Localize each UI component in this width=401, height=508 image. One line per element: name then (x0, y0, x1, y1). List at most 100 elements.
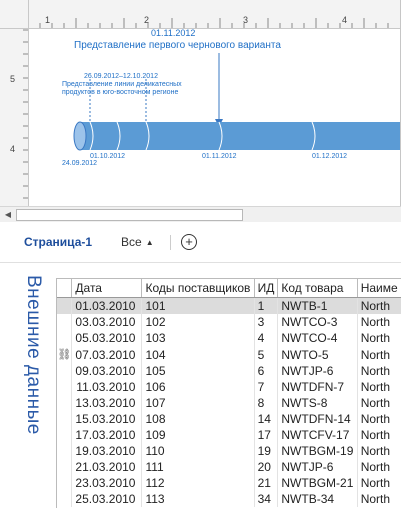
cell-date[interactable]: 25.03.2010 (71, 491, 143, 507)
column-header-product-code[interactable]: Код товара (277, 279, 358, 298)
cell-name[interactable]: North (357, 443, 401, 459)
row-link-cell[interactable] (57, 491, 73, 507)
cell-id[interactable]: 14 (254, 411, 279, 427)
cell-product-code[interactable]: NWTO-5 (277, 346, 358, 363)
cell-supplier-code[interactable]: 112 (141, 475, 255, 491)
column-header-id[interactable]: ИД (254, 279, 279, 298)
cell-supplier-code[interactable]: 104 (141, 346, 255, 363)
cell-supplier-code[interactable]: 111 (141, 459, 255, 475)
cell-name[interactable]: North (357, 297, 401, 314)
table-row[interactable]: 01.03.2010 101 1 NWTB-1 North (57, 297, 401, 314)
row-link-cell[interactable]: ⛓ (57, 346, 73, 363)
cell-product-code[interactable]: NWTCO-3 (277, 314, 358, 330)
column-header-supplier-codes[interactable]: Коды поставщиков (141, 279, 255, 298)
cell-product-code[interactable]: NWTS-8 (277, 395, 358, 411)
row-link-cell[interactable] (57, 297, 73, 314)
horizontal-scrollbar[interactable]: ◀ (0, 206, 401, 222)
cell-id[interactable]: 4 (254, 330, 279, 346)
row-link-cell[interactable] (57, 395, 73, 411)
cell-name[interactable]: North (357, 491, 401, 507)
cell-product-code[interactable]: NWTBGM-19 (277, 443, 358, 459)
table-row[interactable]: 19.03.2010 110 19 NWTBGM-19 North (57, 443, 401, 459)
row-link-cell[interactable] (57, 330, 73, 346)
cell-date[interactable]: 13.03.2010 (71, 395, 143, 411)
cell-name[interactable]: North (357, 379, 401, 395)
cell-name[interactable]: North (357, 330, 401, 346)
cell-name[interactable]: North (357, 427, 401, 443)
cell-product-code[interactable]: NWTCO-4 (277, 330, 358, 346)
table-row[interactable]: 25.03.2010 113 34 NWTB-34 North (57, 491, 401, 507)
cell-product-code[interactable]: NWTCFV-17 (277, 427, 358, 443)
cell-id[interactable]: 17 (254, 427, 279, 443)
cell-id[interactable]: 21 (254, 475, 279, 491)
timeline-bar[interactable] (80, 122, 400, 150)
cell-name[interactable]: North (357, 363, 401, 379)
all-pages-button[interactable]: Все ▲ (121, 235, 154, 249)
table-row[interactable]: 15.03.2010 108 14 NWTDFN-14 North (57, 411, 401, 427)
cell-supplier-code[interactable]: 107 (141, 395, 255, 411)
cell-name[interactable]: North (357, 346, 401, 363)
table-row[interactable]: 23.03.2010 112 21 NWTBGM-21 North (57, 475, 401, 491)
cell-supplier-code[interactable]: 109 (141, 427, 255, 443)
cell-id[interactable]: 6 (254, 363, 279, 379)
cell-date[interactable]: 11.03.2010 (71, 379, 143, 395)
cell-supplier-code[interactable]: 108 (141, 411, 255, 427)
cell-supplier-code[interactable]: 110 (141, 443, 255, 459)
cell-id[interactable]: 1 (254, 297, 279, 314)
cell-date[interactable]: 23.03.2010 (71, 475, 143, 491)
table-row[interactable]: 21.03.2010 111 20 NWTJP-6 North (57, 459, 401, 475)
cell-name[interactable]: North (357, 395, 401, 411)
cell-product-code[interactable]: NWTDFN-14 (277, 411, 358, 427)
cell-name[interactable]: North (357, 459, 401, 475)
cell-name[interactable]: North (357, 314, 401, 330)
row-link-cell[interactable] (57, 379, 73, 395)
cell-product-code[interactable]: NWTBGM-21 (277, 475, 358, 491)
external-data-grid[interactable]: Дата Коды поставщиков ИД Код товара Наим… (56, 278, 401, 508)
cell-date[interactable]: 09.03.2010 (71, 363, 143, 379)
row-link-cell[interactable] (57, 411, 73, 427)
row-link-cell[interactable] (57, 443, 73, 459)
row-link-cell[interactable] (57, 314, 73, 330)
scrollbar-thumb[interactable] (16, 209, 243, 221)
timeline-drawing[interactable]: 01.11.2012 Представление первого черново… (29, 28, 400, 206)
cell-supplier-code[interactable]: 106 (141, 379, 255, 395)
cell-supplier-code[interactable]: 113 (141, 491, 255, 507)
table-row[interactable]: 11.03.2010 106 7 NWTDFN-7 North (57, 379, 401, 395)
cell-id[interactable]: 19 (254, 443, 279, 459)
table-row[interactable]: 03.03.2010 102 3 NWTCO-3 North (57, 314, 401, 330)
cell-date[interactable]: 21.03.2010 (71, 459, 143, 475)
table-row[interactable]: 09.03.2010 105 6 NWTJP-6 North (57, 363, 401, 379)
tab-page-1[interactable]: Страница-1 (24, 235, 92, 249)
cell-id[interactable]: 3 (254, 314, 279, 330)
cell-date[interactable]: 17.03.2010 (71, 427, 143, 443)
cell-supplier-code[interactable]: 103 (141, 330, 255, 346)
cell-date[interactable]: 03.03.2010 (71, 314, 143, 330)
table-row[interactable]: 17.03.2010 109 17 NWTCFV-17 North (57, 427, 401, 443)
cell-date[interactable]: 01.03.2010 (71, 297, 143, 314)
column-header-name[interactable]: Наиме (357, 279, 401, 298)
row-link-cell[interactable] (57, 363, 73, 379)
column-header-date[interactable]: Дата (71, 279, 143, 298)
cell-date[interactable]: 07.03.2010 (71, 346, 143, 363)
cell-id[interactable]: 7 (254, 379, 279, 395)
cell-product-code[interactable]: NWTDFN-7 (277, 379, 358, 395)
row-link-cell[interactable] (57, 475, 73, 491)
cell-name[interactable]: North (357, 411, 401, 427)
cell-product-code[interactable]: NWTJP-6 (277, 459, 358, 475)
cell-date[interactable]: 19.03.2010 (71, 443, 143, 459)
cell-date[interactable]: 05.03.2010 (71, 330, 143, 346)
cell-date[interactable]: 15.03.2010 (71, 411, 143, 427)
cell-supplier-code[interactable]: 101 (141, 297, 255, 314)
table-row[interactable]: 13.03.2010 107 8 NWTS-8 North (57, 395, 401, 411)
row-link-cell[interactable] (57, 459, 73, 475)
cell-id[interactable]: 20 (254, 459, 279, 475)
cell-supplier-code[interactable]: 102 (141, 314, 255, 330)
cell-id[interactable]: 5 (254, 346, 279, 363)
table-row[interactable]: ⛓ 07.03.2010 104 5 NWTO-5 North (57, 346, 401, 363)
cell-product-code[interactable]: NWTB-34 (277, 491, 358, 507)
column-header-icon[interactable] (57, 279, 73, 298)
row-link-cell[interactable] (57, 427, 73, 443)
cell-id[interactable]: 34 (254, 491, 279, 507)
table-row[interactable]: 05.03.2010 103 4 NWTCO-4 North (57, 330, 401, 346)
plus-circle-icon[interactable]: + (181, 234, 197, 250)
